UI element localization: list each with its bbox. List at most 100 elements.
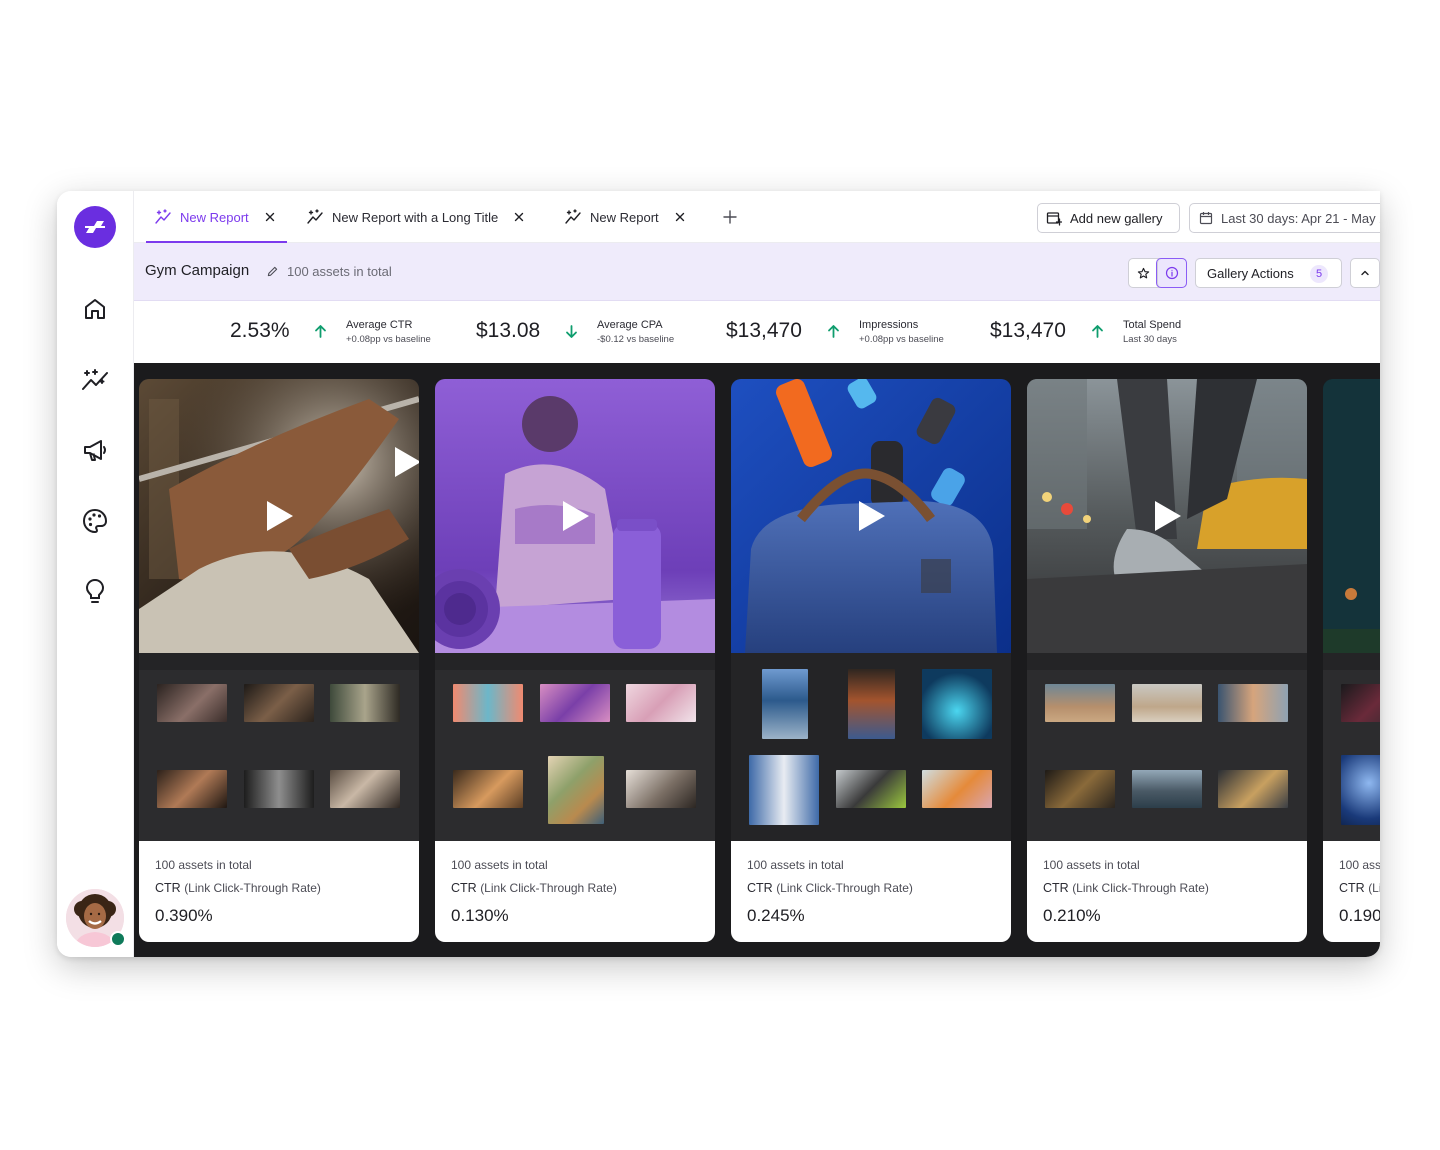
close-icon[interactable]: [514, 212, 524, 222]
asset-thumbnail[interactable]: [1045, 684, 1115, 722]
tab-label: New Report: [590, 209, 659, 225]
close-icon[interactable]: [265, 212, 275, 222]
collapse-button[interactable]: [1350, 258, 1380, 288]
metric-label: Average CPA: [597, 319, 663, 331]
hero-video-thumbnail[interactable]: [1027, 379, 1307, 653]
add-gallery-icon: [1046, 212, 1062, 226]
tab-label: New Report with a Long Title: [332, 209, 499, 225]
gallery-card[interactable]: 100 assets in total CTR (Link Click-Thro…: [435, 379, 715, 942]
asset-thumbnail[interactable]: [548, 756, 604, 824]
card-asset-count: 100 assets in total: [155, 858, 252, 872]
metric-name: CTR: [747, 881, 773, 895]
asset-thumbnail[interactable]: [157, 770, 227, 808]
gallery-actions-button[interactable]: Gallery Actions 5: [1195, 258, 1342, 288]
brand-logo-icon[interactable]: [74, 206, 116, 248]
asset-thumbnail[interactable]: [922, 669, 992, 739]
tab-new-report-1[interactable]: New Report: [146, 191, 287, 243]
metric-name: CTR: [155, 881, 181, 895]
asset-thumbnail[interactable]: [330, 770, 400, 808]
card-info: 100 assets in total CTR (Link Click-Thro…: [139, 841, 419, 942]
metric-sub: -$0.12 vs baseline: [597, 334, 675, 345]
metric-description: (Link Click-Through Rate): [480, 881, 617, 895]
asset-thumbnail[interactable]: [453, 770, 523, 808]
asset-thumbnail[interactable]: [1045, 770, 1115, 808]
gallery-card[interactable]: 100 assets in total CTR (Link Click-Thro…: [1027, 379, 1307, 942]
home-icon[interactable]: [78, 292, 112, 326]
asset-thumbnail[interactable]: [848, 669, 895, 739]
asset-thumbnail[interactable]: [1218, 684, 1288, 722]
play-icon[interactable]: [561, 499, 591, 533]
megaphone-icon[interactable]: [78, 434, 112, 468]
asset-thumbnail[interactable]: [836, 770, 906, 808]
metric-name: CTR: [451, 881, 477, 895]
favorite-button[interactable]: [1129, 259, 1157, 287]
asset-thumbnail[interactable]: [1218, 770, 1288, 808]
card-asset-count: 100 assets in total: [1339, 858, 1380, 872]
asset-thumbnail[interactable]: [626, 684, 696, 722]
card-asset-count: 100 assets in total: [747, 858, 844, 872]
arrow-down-icon: [566, 325, 577, 338]
card-metric-label: CTR (Link Click-Through Rate): [155, 881, 321, 895]
app-window: New Report New Report with a Long Title …: [57, 191, 1380, 957]
lightbulb-icon[interactable]: [78, 575, 112, 609]
asset-thumbnails: [1027, 653, 1307, 842]
sparkle-chart-icon[interactable]: [78, 363, 112, 397]
add-tab-icon[interactable]: [720, 207, 740, 227]
gallery-header: Gym Campaign 100 assets in total Gallery…: [134, 243, 1380, 301]
arrow-up-icon: [315, 325, 326, 338]
hero-video-thumbnail[interactable]: [435, 379, 715, 653]
asset-thumbnails: [1323, 653, 1380, 842]
online-status-dot: [110, 931, 126, 947]
asset-thumbnail[interactable]: [540, 684, 610, 722]
metric-label: Impressions: [859, 319, 919, 331]
play-icon[interactable]: [857, 499, 887, 533]
gallery-actions-count-badge: 5: [1310, 265, 1328, 283]
user-avatar[interactable]: [66, 889, 126, 947]
card-metric-label: CTR (Link Click-Through Rate): [451, 881, 617, 895]
asset-thumbnail[interactable]: [1341, 755, 1380, 825]
metric-label: Total Spend: [1123, 319, 1182, 331]
palette-icon[interactable]: [78, 504, 112, 538]
asset-thumbnail[interactable]: [922, 770, 992, 808]
hero-video-thumbnail[interactable]: [1323, 379, 1380, 653]
card-metric-label: CTR (Link Click-Through Rate): [1043, 881, 1209, 895]
close-icon[interactable]: [675, 212, 685, 222]
asset-thumbnail[interactable]: [1341, 684, 1380, 722]
metric-description: (Link Click-Through Rate): [776, 881, 913, 895]
metric-sub: +0.08pp vs baseline: [346, 334, 431, 345]
metric-value: $13,470: [726, 319, 802, 342]
card-info: 100 assets in total CTR (Link Click-Thro…: [1323, 841, 1380, 942]
card-metric-value: 0.390%: [155, 906, 213, 925]
hero-video-thumbnail[interactable]: [731, 379, 1011, 653]
asset-thumbnail[interactable]: [330, 684, 400, 722]
page-title: Gym Campaign: [145, 262, 250, 279]
asset-thumbnail[interactable]: [244, 684, 314, 722]
header-icon-buttons: [1128, 258, 1187, 288]
asset-thumbnail[interactable]: [749, 755, 819, 825]
chevron-up-icon: [1361, 270, 1369, 276]
asset-thumbnail[interactable]: [1132, 770, 1202, 808]
play-icon[interactable]: [393, 445, 419, 479]
gallery-card[interactable]: 100 assets in total CTR (Link Click-Thro…: [139, 379, 419, 942]
trend-chart-icon: [565, 209, 581, 224]
add-gallery-button[interactable]: Add new gallery: [1037, 203, 1180, 233]
asset-thumbnail[interactable]: [453, 684, 523, 722]
tab-new-report-long[interactable]: New Report with a Long Title: [306, 191, 524, 243]
sidebar: [57, 191, 134, 957]
hero-video-thumbnail[interactable]: [139, 379, 419, 653]
edit-pencil-icon[interactable]: [267, 266, 278, 277]
card-asset-count: 100 assets in total: [1043, 858, 1140, 872]
gallery-card[interactable]: 100 assets in total CTR (Link Click-Thro…: [731, 379, 1011, 942]
asset-thumbnail[interactable]: [244, 770, 314, 808]
date-range-select[interactable]: Last 30 days: Apr 21 - May 20: [1189, 203, 1380, 233]
play-icon[interactable]: [265, 499, 295, 533]
asset-thumbnail[interactable]: [1132, 684, 1202, 722]
asset-thumbnail[interactable]: [762, 669, 808, 739]
asset-thumbnail[interactable]: [157, 684, 227, 722]
tab-new-report-3[interactable]: New Report: [564, 191, 685, 243]
card-asset-count: 100 assets in total: [451, 858, 548, 872]
info-button[interactable]: [1156, 258, 1187, 288]
asset-thumbnail[interactable]: [626, 770, 696, 808]
gallery-card[interactable]: 100 assets in total CTR (Link Click-Thro…: [1323, 379, 1380, 942]
play-icon[interactable]: [1153, 499, 1183, 533]
